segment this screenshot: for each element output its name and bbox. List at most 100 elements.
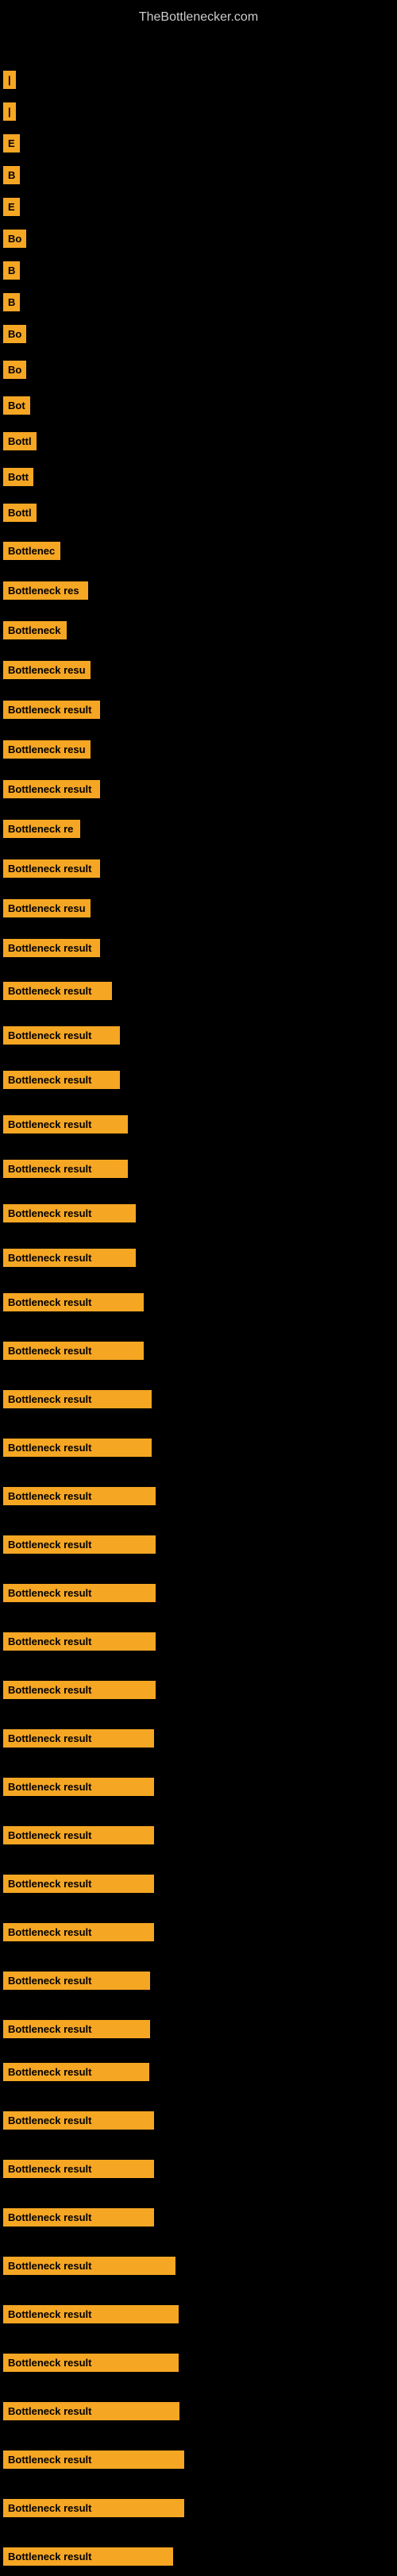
- bar-label: Bottleneck result: [3, 2499, 184, 2517]
- bar-item: Bottleneck result: [0, 848, 100, 888]
- bar-item: Bottleneck result: [0, 971, 112, 1010]
- bar-item: Bottleneck result: [0, 1767, 154, 1806]
- bar-label: Bottleneck result: [3, 859, 100, 878]
- bar-item: Bottleneck resu: [0, 650, 91, 689]
- bar-label: Bottleneck result: [3, 1115, 128, 1134]
- bar-item: Bottleneck result: [0, 1015, 120, 1055]
- bar-item: Bottleneck result: [0, 2391, 179, 2431]
- bar-item: Bottleneck result: [0, 2439, 184, 2479]
- bar-item: Bottleneck result: [0, 1863, 154, 1903]
- bar-label: Bottleneck resu: [3, 661, 91, 679]
- bar-item: Bottleneck res: [0, 570, 88, 610]
- bar-item: Bottleneck re: [0, 809, 80, 848]
- bar-item: Bottleneck result: [0, 1670, 156, 1709]
- bar-label: Bottleneck result: [3, 1439, 152, 1457]
- bar-label: Bottl: [3, 504, 37, 522]
- bar-label: Bottleneck result: [3, 1249, 136, 1267]
- bar-item: Bottleneck result: [0, 1193, 136, 1233]
- bar-label: Bottleneck result: [3, 1875, 154, 1893]
- bar-label: Bottleneck result: [3, 2402, 179, 2420]
- bar-item: Bottleneck result: [0, 2536, 173, 2576]
- bar-label: Bottleneck result: [3, 1778, 154, 1796]
- bar-item: Bottl: [0, 421, 37, 461]
- bar-label: E: [3, 134, 20, 153]
- bar-label: Bottleneck re: [3, 820, 80, 838]
- bar-label: Bottleneck result: [3, 1535, 156, 1554]
- bar-item: Bottleneck result: [0, 2100, 154, 2140]
- bar-item: Bottleneck result: [0, 2488, 184, 2528]
- bar-label: Bottleneck result: [3, 2063, 149, 2081]
- bar-label: B: [3, 261, 20, 280]
- bar-label: Bottleneck result: [3, 1342, 144, 1360]
- bar-label: Bottleneck result: [3, 1729, 154, 1748]
- bar-item: Bottleneck result: [0, 2149, 154, 2188]
- bar-label: Bottleneck result: [3, 1026, 120, 1045]
- bar-label: B: [3, 293, 20, 311]
- bar-item: Bottleneck result: [0, 2009, 150, 2049]
- bar-label: Bottleneck result: [3, 2111, 154, 2130]
- bar-item: Bottlenec: [0, 531, 60, 570]
- bar-item: Bottleneck result: [0, 1621, 156, 1661]
- bar-item: Bot: [0, 385, 30, 425]
- bar-item: Bottleneck result: [0, 1573, 156, 1612]
- bar-item: Bottleneck result: [0, 2342, 179, 2382]
- bar-label: Bottleneck result: [3, 2450, 184, 2469]
- bar-item: Bottleneck result: [0, 1330, 144, 1370]
- bar-item: Bottleneck result: [0, 2246, 175, 2285]
- bar-label: Bottleneck res: [3, 581, 88, 600]
- bar-label: Bottleneck result: [3, 1071, 120, 1089]
- bar-item: Bottleneck result: [0, 1524, 156, 1564]
- bar-label: Bott: [3, 468, 33, 486]
- bar-label: Bottleneck result: [3, 701, 100, 719]
- bar-item: Bottleneck result: [0, 1912, 154, 1952]
- bar-item: Bottleneck resu: [0, 729, 91, 769]
- bar-label: Bottleneck result: [3, 780, 100, 798]
- bar-label: Bottleneck resu: [3, 740, 91, 759]
- bar-label: |: [3, 71, 16, 89]
- bar-item: Bo: [0, 314, 26, 353]
- bar-label: Bo: [3, 325, 26, 343]
- bar-item: Bottleneck result: [0, 1060, 120, 1099]
- bar-label: Bottleneck result: [3, 1584, 156, 1602]
- bar-label: Bottleneck result: [3, 2354, 179, 2372]
- bar-item: Bottleneck result: [0, 1960, 150, 2000]
- bar-label: Bottl: [3, 432, 37, 450]
- bar-label: B: [3, 166, 20, 184]
- bar-item: Bottleneck resu: [0, 888, 91, 928]
- bar-item: Bottleneck result: [0, 769, 100, 809]
- bar-label: Bottleneck result: [3, 1826, 154, 1844]
- bar-label: Bo: [3, 230, 26, 248]
- bar-label: |: [3, 102, 16, 121]
- bar-label: Bottleneck result: [3, 982, 112, 1000]
- bar-label: Bo: [3, 361, 26, 379]
- bar-label: Bottleneck result: [3, 2208, 154, 2226]
- bar-label: Bottleneck result: [3, 1160, 128, 1178]
- bar-label: Bottleneck result: [3, 1390, 152, 1408]
- bar-item: Bott: [0, 457, 33, 496]
- bar-item: Bottl: [0, 492, 37, 532]
- site-title: TheBottlenecker.com: [0, 4, 397, 31]
- bar-label: Bottleneck result: [3, 2020, 150, 2038]
- bar-label: Bottleneck resu: [3, 899, 91, 917]
- bar-label: Bottleneck result: [3, 1681, 156, 1699]
- bar-item: Bottleneck result: [0, 1718, 154, 1758]
- bar-item: Bottleneck result: [0, 2197, 154, 2237]
- bar-item: Bottleneck result: [0, 1815, 154, 1855]
- bar-item: Bottleneck result: [0, 928, 100, 967]
- bar-item: Bottleneck result: [0, 1104, 128, 1144]
- bar-item: Bottleneck result: [0, 1427, 152, 1467]
- bar-label: Bottlenec: [3, 542, 60, 560]
- bar-item: Bottleneck result: [0, 1282, 144, 1322]
- bar-label: Bottleneck result: [3, 1632, 156, 1651]
- bar-label: Bottleneck result: [3, 1293, 144, 1311]
- bar-label: Bottleneck result: [3, 2305, 179, 2323]
- bar-item: Bottleneck: [0, 610, 67, 650]
- bar-label: Bottleneck: [3, 621, 67, 639]
- bar-label: Bottleneck result: [3, 2547, 173, 2566]
- bar-item: Bottleneck result: [0, 1238, 136, 1277]
- bar-item: Bottleneck result: [0, 1379, 152, 1419]
- bar-item: Bo: [0, 350, 26, 389]
- bar-item: Bottleneck result: [0, 689, 100, 729]
- bar-item: Bottleneck result: [0, 2052, 149, 2091]
- bar-label: Bottleneck result: [3, 1487, 156, 1505]
